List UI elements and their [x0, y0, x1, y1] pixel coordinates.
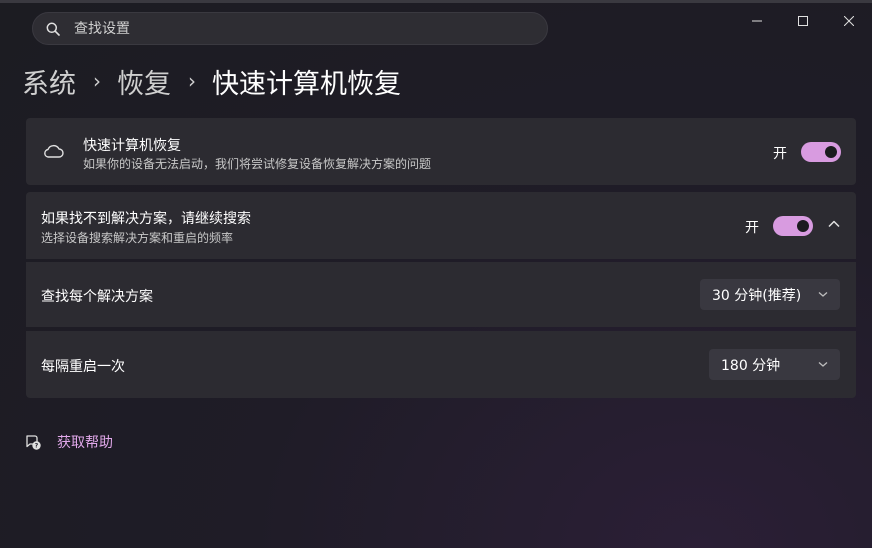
- restart-every-label: 每隔重启一次: [41, 359, 125, 375]
- maximize-icon: [798, 16, 808, 26]
- maximize-button[interactable]: [780, 6, 826, 36]
- search-box[interactable]: [32, 12, 548, 45]
- breadcrumb-item-recovery[interactable]: 恢复: [117, 62, 171, 101]
- continue-search-expander[interactable]: 如果找不到解决方案，请继续搜索 选择设备搜索解决方案和重启的频率 开: [26, 192, 856, 259]
- dropdown-value: 30 分钟(推荐): [712, 287, 802, 304]
- continue-search-description: 选择设备搜索解决方案和重启的频率: [41, 231, 234, 245]
- continue-search-toggle-label: 开: [745, 220, 759, 236]
- close-icon: [844, 16, 854, 26]
- search-input[interactable]: [74, 20, 494, 37]
- continue-search-title: 如果找不到解决方案，请继续搜索: [41, 211, 251, 227]
- search-icon: [46, 22, 60, 36]
- continue-search-toggle[interactable]: [773, 216, 813, 236]
- quick-recovery-title: 快速计算机恢复: [83, 138, 181, 154]
- get-help[interactable]: ? 获取帮助: [24, 432, 113, 452]
- quick-recovery-description: 如果你的设备无法启动，我们将尝试修复设备恢复解决方案的问题: [83, 157, 432, 171]
- chevron-down-icon: [818, 362, 828, 367]
- page-title: 快速计算机恢复: [212, 68, 401, 100]
- restart-every-row: 每隔重启一次 180 分钟: [26, 331, 856, 398]
- quick-recovery-toggle-label: 开: [773, 146, 787, 162]
- help-icon: ?: [26, 435, 41, 450]
- find-each-solution-label: 查找每个解决方案: [41, 289, 153, 305]
- close-button[interactable]: [826, 6, 872, 36]
- quick-recovery-toggle[interactable]: [801, 142, 841, 162]
- get-help-link[interactable]: 获取帮助: [57, 432, 113, 452]
- dropdown-value: 180 分钟: [721, 357, 781, 374]
- window-top-border: [0, 0, 872, 3]
- chevron-right-icon: ›: [188, 69, 196, 93]
- breadcrumb-item-system[interactable]: 系统: [22, 62, 76, 101]
- toggle-knob: [825, 146, 837, 158]
- find-each-solution-dropdown[interactable]: 30 分钟(推荐): [700, 279, 840, 310]
- toggle-knob: [797, 220, 809, 232]
- restart-every-dropdown[interactable]: 180 分钟: [709, 349, 840, 380]
- cloud-icon: [44, 144, 64, 158]
- minimize-button[interactable]: [734, 6, 780, 36]
- minimize-icon: [752, 20, 762, 22]
- chevron-down-icon: [818, 292, 828, 297]
- chevron-up-icon[interactable]: [828, 218, 840, 230]
- window-controls: [734, 6, 872, 36]
- breadcrumb: 系统 › 恢复 › 快速计算机恢复: [22, 60, 401, 102]
- svg-text:?: ?: [35, 443, 39, 450]
- quick-recovery-card: 快速计算机恢复 如果你的设备无法启动，我们将尝试修复设备恢复解决方案的问题 开: [26, 118, 856, 185]
- find-each-solution-row: 查找每个解决方案 30 分钟(推荐): [26, 262, 856, 327]
- chevron-right-icon: ›: [93, 69, 101, 93]
